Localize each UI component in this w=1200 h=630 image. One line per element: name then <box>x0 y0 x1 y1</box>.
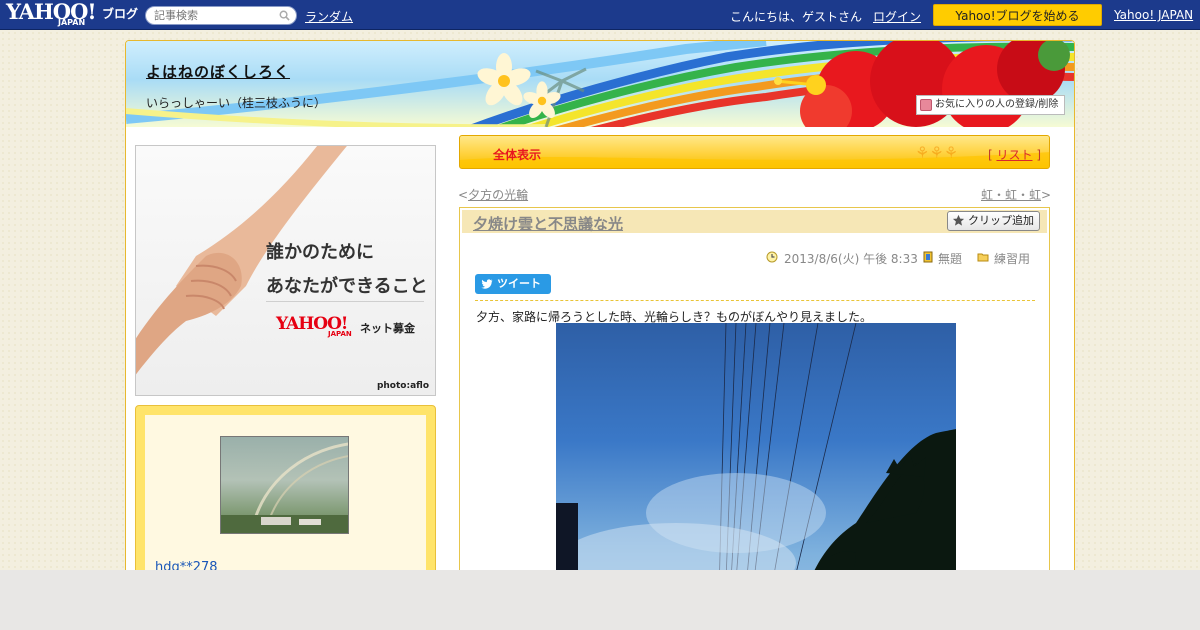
blog-header-banner: よはねのぼくしろく いらっしゃーい（桂三枝ふうに） お気に入りの人の登録/削除 <box>126 41 1074 127</box>
favorite-register-button[interactable]: お気に入りの人の登録/削除 <box>916 95 1065 115</box>
blog-subtitle: いらっしゃーい（桂三枝ふうに） <box>146 96 327 110</box>
category-bar-decoration: ⚘⚘⚘ <box>460 143 1049 168</box>
next-article-nav: 虹・虹・虹> <box>981 186 1051 203</box>
profile-image[interactable] <box>220 436 349 534</box>
list-bracket-close: ] <box>1036 148 1041 162</box>
yahoo-blog-logo[interactable]: YAHOO! JAPAN ブログ <box>6 1 138 27</box>
article-theme[interactable]: 無題 <box>938 250 962 267</box>
article: 夕焼け雲と不思議な光 クリップ追加 2013/8/6(火) 午後 8:33 無題… <box>459 207 1050 630</box>
next-article-link[interactable]: 虹・虹・虹 <box>981 188 1041 202</box>
login-link[interactable]: ログイン <box>873 8 921 25</box>
search-box <box>145 6 297 25</box>
twitter-bird-icon <box>481 279 493 289</box>
category-all-view[interactable]: 全体表示 <box>493 146 541 163</box>
logo-sub: JAPAN <box>58 18 86 27</box>
prev-article-link[interactable]: 夕方の光輪 <box>468 188 528 202</box>
clock-icon <box>766 251 778 263</box>
prev-article-nav: <夕方の光輪 <box>458 186 528 203</box>
article-divider <box>475 300 1035 301</box>
tweet-label: ツイート <box>497 277 541 290</box>
ad-headline-1: 誰かのために <box>266 242 374 263</box>
charity-ad-banner[interactable]: 誰かのために あなたができること YAHOO! JAPAN ネット募金 phot… <box>135 145 436 396</box>
search-icon[interactable] <box>279 10 290 21</box>
list-link[interactable]: リスト <box>996 148 1032 162</box>
clip-add-label: クリップ追加 <box>968 214 1034 227</box>
article-header: 夕焼け雲と不思議な光 クリップ追加 <box>462 210 1047 233</box>
article-category[interactable]: 練習用 <box>994 250 1030 267</box>
search-input[interactable] <box>154 7 274 24</box>
random-link[interactable]: ランダム <box>305 8 353 25</box>
tweet-button[interactable]: ツイート <box>475 274 551 294</box>
blog-container: よはねのぼくしろく いらっしゃーい（桂三枝ふうに） お気に入りの人の登録/削除 … <box>125 40 1075 630</box>
category-list: [ リスト ] <box>988 146 1041 163</box>
article-title[interactable]: 夕焼け雲と不思議な光 <box>473 213 623 234</box>
ad-headline-2: あなたができること <box>266 276 428 297</box>
start-blog-button[interactable]: Yahoo!ブログを始める <box>933 4 1102 26</box>
article-date[interactable]: 2013/8/6(火) 午後 8:33 <box>784 250 918 267</box>
svg-text:⚘⚘⚘: ⚘⚘⚘ <box>915 143 958 162</box>
blog-title[interactable]: よはねのぼくしろく <box>146 61 290 82</box>
greeting-text: こんにちは、ゲストさん <box>730 10 863 24</box>
bottom-gray-area <box>0 570 1200 630</box>
ad-divider <box>266 301 424 302</box>
category-bar: ⚘⚘⚘ 全体表示 [ リスト ] <box>459 135 1050 169</box>
folder-icon <box>977 253 989 262</box>
favorite-button-label: お気に入りの人の登録/削除 <box>935 99 1059 110</box>
star-icon <box>952 214 965 226</box>
next-chevron: > <box>1041 188 1052 202</box>
clip-add-button[interactable]: クリップ追加 <box>947 211 1040 231</box>
theme-icon <box>923 251 933 263</box>
logo-service: ブログ <box>102 7 139 21</box>
yahoo-japan-link[interactable]: Yahoo! JAPAN <box>1114 8 1193 22</box>
prev-chevron: < <box>458 188 469 202</box>
global-nav-bar: YAHOO! JAPAN ブログ ランダム こんにちは、ゲストさん ログイン Y… <box>0 0 1200 30</box>
rainbow-photo <box>221 442 348 533</box>
ad-photo-credit: photo:aflo <box>376 381 429 391</box>
favorite-icon <box>920 99 932 111</box>
list-bracket-open: [ <box>987 148 993 162</box>
handshake-image <box>136 146 347 375</box>
ad-brand-sub: JAPAN <box>328 330 352 338</box>
ad-service: ネット募金 <box>360 322 415 335</box>
